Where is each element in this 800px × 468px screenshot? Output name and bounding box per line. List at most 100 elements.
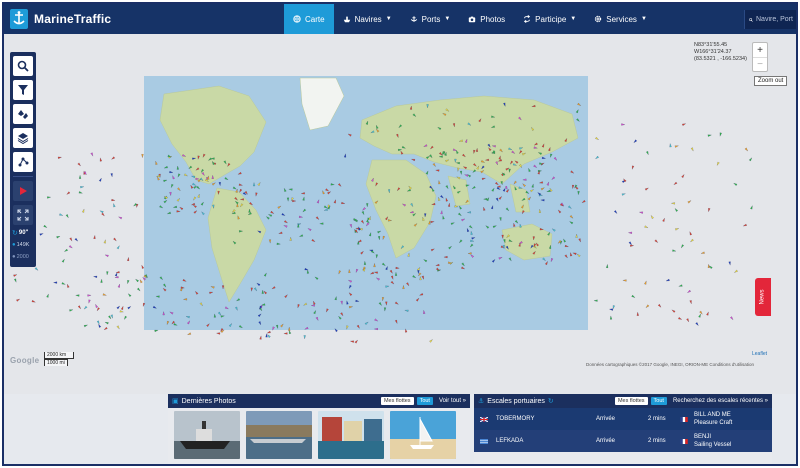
nav-item-carte[interactable]: Carte [284, 4, 334, 34]
vessel-marker[interactable] [69, 309, 74, 312]
vessel-marker[interactable] [124, 315, 127, 320]
vessel-marker[interactable] [47, 196, 52, 199]
vessel-marker[interactable] [612, 305, 615, 310]
news-tab[interactable]: News [755, 278, 771, 316]
vessel-marker[interactable] [137, 287, 141, 292]
vessel-marker[interactable] [80, 186, 85, 189]
search-box[interactable] [744, 10, 796, 29]
vessel-marker[interactable] [671, 309, 676, 313]
vessel-marker[interactable] [265, 333, 268, 338]
vessel-marker[interactable] [74, 237, 79, 242]
vessel-marker[interactable] [65, 214, 69, 219]
vessel-marker[interactable] [354, 339, 358, 344]
vessel-marker[interactable] [53, 281, 58, 284]
vessel-info[interactable]: BENJI Sailing Vessel [694, 433, 731, 449]
vessel-marker[interactable] [141, 264, 145, 269]
filter-my-fleets[interactable]: Mes flottes [380, 397, 414, 405]
vessel-marker[interactable] [686, 318, 689, 323]
vessel-marker[interactable] [118, 216, 123, 220]
photo-thumbnail[interactable] [390, 411, 456, 459]
photo-thumbnail[interactable] [174, 411, 240, 459]
vessel-marker[interactable] [631, 294, 636, 298]
vessel-marker[interactable] [657, 303, 662, 308]
vessel-marker[interactable] [114, 276, 119, 279]
vessel-marker[interactable] [116, 325, 120, 330]
layers-button[interactable] [13, 128, 33, 148]
vessel-marker[interactable] [636, 311, 639, 316]
vessel-marker[interactable] [303, 335, 306, 340]
vessel-info[interactable]: BILL AND ME Pleasure Craft [694, 411, 732, 427]
search-port-calls-link[interactable]: Recherchez des escales récentes » [673, 398, 768, 404]
zoom-out-button[interactable]: − [753, 57, 767, 71]
vessel-marker[interactable] [595, 136, 600, 140]
vessel-marker[interactable] [113, 237, 117, 242]
vessel-marker[interactable] [750, 205, 753, 210]
vessel-marker[interactable] [734, 269, 738, 273]
vessel-marker[interactable] [14, 278, 17, 283]
vessel-marker[interactable] [59, 213, 64, 216]
fleet-button[interactable] [13, 104, 33, 124]
vessel-marker[interactable] [127, 280, 130, 285]
vessel-marker[interactable] [61, 258, 65, 263]
port-call-row[interactable]: TOBERMORY Arrivée 2 mins BILL AND ME Ple… [474, 408, 772, 430]
vessel-marker[interactable] [638, 211, 644, 214]
vessel-marker[interactable] [66, 191, 71, 195]
vessel-marker[interactable] [114, 272, 118, 277]
vessel-marker[interactable] [665, 278, 670, 282]
vessel-marker[interactable] [87, 294, 92, 297]
nav-item-photos[interactable]: Photos [459, 4, 514, 34]
vessel-marker[interactable] [139, 279, 143, 284]
vessel-marker[interactable] [95, 303, 98, 308]
vessel-marker[interactable] [120, 305, 124, 310]
vessel-marker[interactable] [64, 248, 68, 252]
port-name[interactable]: TOBERMORY [496, 416, 596, 422]
vessel-marker[interactable] [101, 212, 105, 217]
vessel-marker[interactable] [689, 231, 692, 236]
vessel-marker[interactable] [127, 306, 132, 310]
vessel-marker[interactable] [106, 271, 109, 276]
vessel-marker[interactable] [674, 208, 678, 212]
vessel-marker[interactable] [681, 174, 685, 178]
vessel-marker[interactable] [687, 200, 692, 204]
vessel-marker[interactable] [79, 174, 82, 179]
vessel-marker[interactable] [283, 332, 288, 335]
vessel-marker[interactable] [672, 249, 677, 252]
vessel-marker[interactable] [111, 156, 115, 160]
vessel-marker[interactable] [267, 334, 271, 338]
vessel-marker[interactable] [78, 191, 83, 194]
refresh-icon[interactable]: ↻ [548, 397, 554, 405]
vessel-marker[interactable] [744, 147, 749, 152]
leaflet-link[interactable]: Leaflet [752, 351, 767, 357]
refresh-interval[interactable]: ↻ 90" [10, 227, 36, 239]
vessel-marker[interactable] [99, 210, 104, 214]
vessel-marker[interactable] [621, 193, 626, 196]
vessel-marker[interactable] [690, 147, 694, 152]
vessel-marker[interactable] [644, 187, 649, 191]
vessel-marker[interactable] [259, 335, 262, 340]
vessel-marker[interactable] [103, 326, 108, 331]
vessel-marker[interactable] [93, 275, 98, 278]
vessel-marker[interactable] [113, 203, 116, 208]
vessel-marker[interactable] [699, 310, 703, 315]
measure-button[interactable] [13, 152, 33, 172]
vessel-marker[interactable] [633, 139, 638, 144]
vessel-marker[interactable] [100, 278, 103, 283]
vessel-marker[interactable] [88, 299, 91, 304]
vessel-marker[interactable] [77, 305, 81, 310]
photo-thumbnail[interactable] [246, 411, 312, 459]
vessel-marker[interactable] [707, 134, 712, 137]
vessel-marker[interactable] [13, 274, 18, 277]
vessel-marker[interactable] [632, 165, 635, 170]
vessel-marker[interactable] [614, 210, 618, 214]
vessel-marker[interactable] [67, 283, 70, 288]
vessel-marker[interactable] [654, 239, 659, 243]
vessel-marker[interactable] [104, 254, 109, 258]
vessel-marker[interactable] [728, 261, 731, 266]
vessel-marker[interactable] [216, 332, 221, 335]
map-search-button[interactable] [13, 56, 33, 76]
vessel-marker[interactable] [673, 181, 678, 186]
vessel-marker[interactable] [69, 237, 73, 242]
vessel-marker[interactable] [630, 244, 635, 247]
map-attribution[interactable]: Données cartographiques ©2017 Google, IN… [586, 362, 754, 367]
vessel-marker[interactable] [621, 123, 626, 126]
